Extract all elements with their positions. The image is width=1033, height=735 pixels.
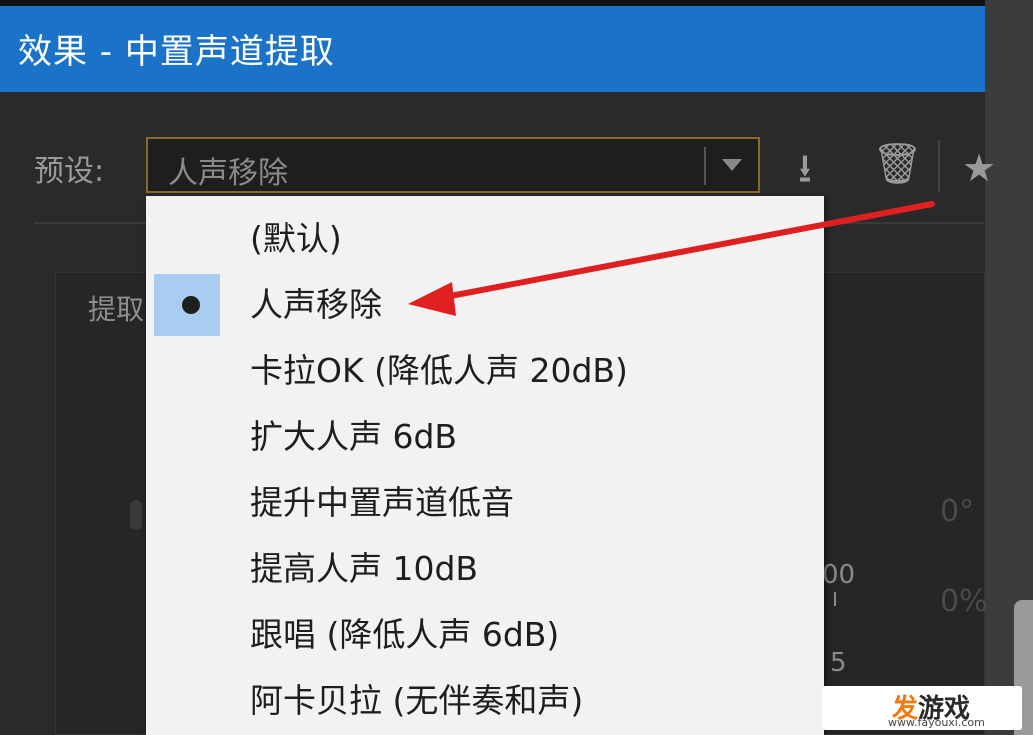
watermark-url: www.fayouxi.com <box>888 716 985 729</box>
annotation-arrow <box>408 201 935 316</box>
arrow-head <box>408 282 456 316</box>
arrow-shaft <box>437 201 935 301</box>
watermark: 发游戏 www.fayouxi.com <box>822 686 1022 730</box>
